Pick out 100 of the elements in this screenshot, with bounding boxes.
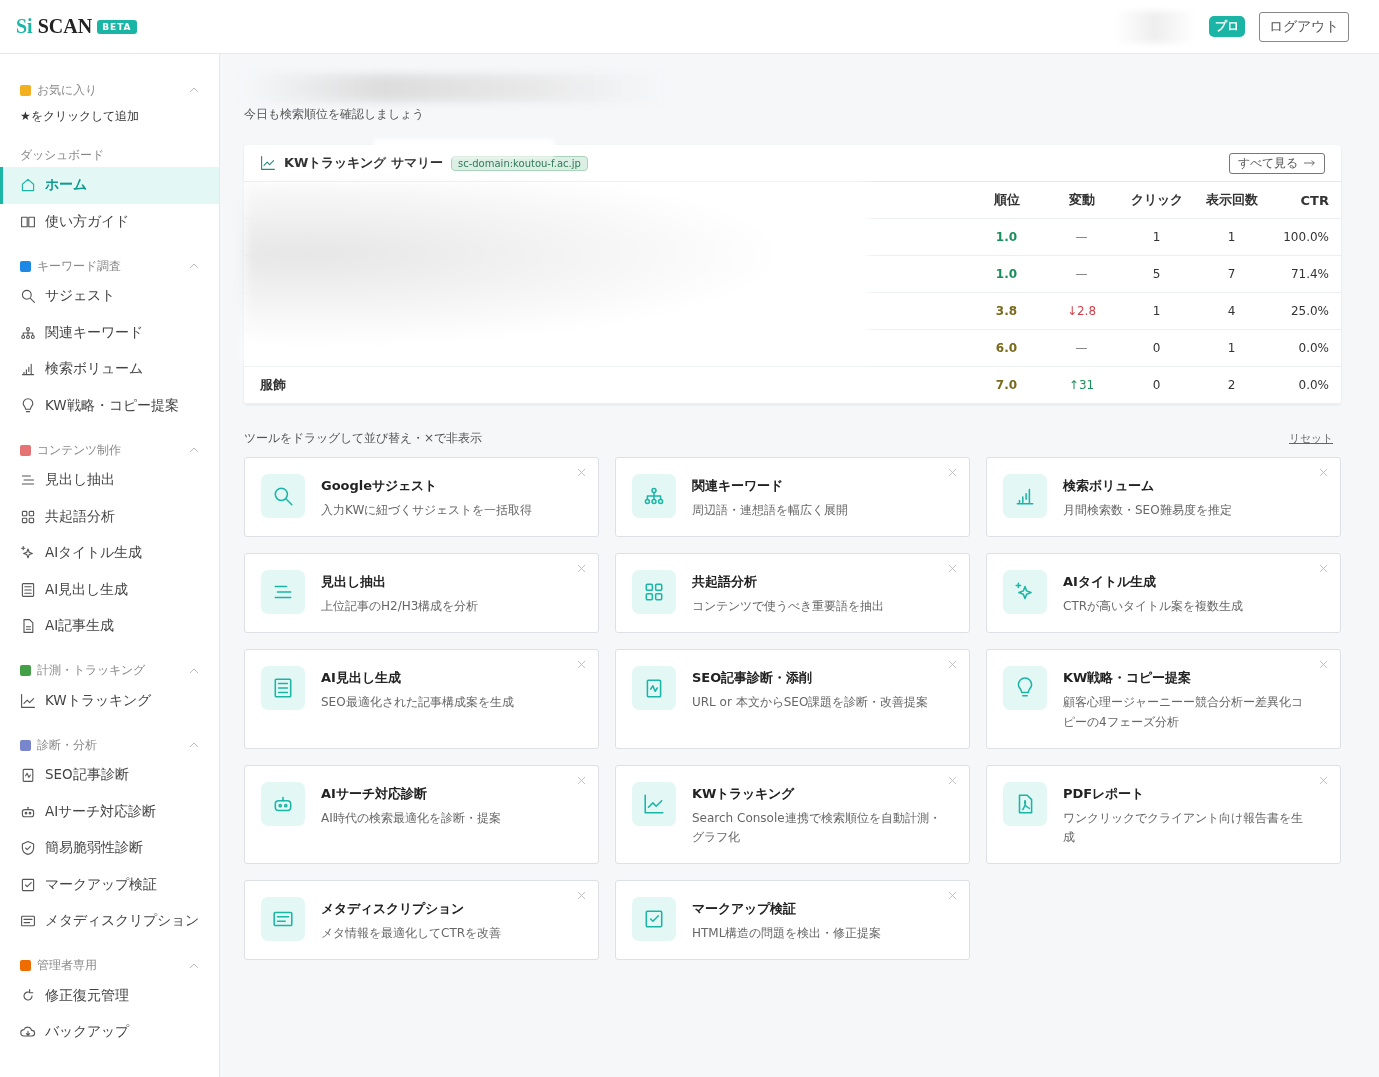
close-icon[interactable]	[1319, 468, 1328, 477]
table-cell: 2	[1227, 378, 1236, 392]
tool-description: CTRが高いタイトル案を複数生成	[1063, 598, 1244, 616]
tool-description: ワンクリックでクライアント向け報告書を生成	[1063, 809, 1304, 846]
checkbox-icon	[632, 897, 676, 942]
close-icon[interactable]	[1319, 564, 1328, 574]
logout-button[interactable]: ログアウト	[1259, 11, 1349, 42]
sidebar-item[interactable]: AIタイトル生成	[0, 535, 219, 572]
tool-title: 検索ボリューム	[1063, 477, 1155, 495]
close-icon[interactable]	[948, 775, 957, 785]
sidebar-item[interactable]: 使い方ガイド	[0, 203, 219, 240]
section-label: キーワード調査	[37, 257, 122, 275]
sidebar-item[interactable]: 修正復元管理	[0, 977, 219, 1014]
view-all-button[interactable]: すべて見る	[1229, 152, 1325, 174]
lightbulb-icon	[1003, 666, 1047, 711]
tool-card[interactable]: AI見出し生成 SEO最適化された記事構成案を生成	[244, 649, 599, 749]
section-icon	[20, 665, 31, 676]
tools-hint: ツールをドラッグして並び替え・×で非表示	[244, 430, 483, 447]
table-cell: 7.0	[995, 378, 1018, 392]
close-icon[interactable]	[577, 775, 586, 785]
tool-description: 月間検索数・SEO難易度を推定	[1063, 502, 1232, 519]
close-icon[interactable]	[1319, 660, 1328, 670]
tool-description: 上位記事のH2/H3構成を分析	[321, 598, 479, 616]
close-icon[interactable]	[577, 660, 586, 670]
tool-title: KW戦略・コピー提案	[1063, 669, 1193, 688]
tool-title: AI見出し生成	[321, 669, 402, 688]
table-cell: 71.4%	[1290, 267, 1329, 281]
tool-card[interactable]: Googleサジェスト 入力KWに紐づくサジェストを一括取得	[244, 457, 599, 538]
tool-card[interactable]: KWトラッキング Search Console連携で検索順位を自動計測・グラフ化	[615, 764, 970, 865]
file-icon	[20, 618, 36, 635]
subtitle: 今日も検索順位を確認しましょう	[244, 106, 425, 123]
tool-card[interactable]: AIサーチ対応診断 AI時代の検索最適化を診断・提案	[244, 764, 599, 865]
pdf-icon	[1003, 781, 1047, 826]
tool-card[interactable]: メタディスクリプション メタ情報を最適化してCTRを改善	[244, 880, 599, 961]
tool-title: PDFレポート	[1063, 784, 1146, 803]
shield-icon	[20, 840, 36, 857]
sidebar-item[interactable]: サジェスト	[0, 278, 219, 315]
close-icon[interactable]	[1319, 775, 1328, 785]
tool-card[interactable]: 共起語分析 コンテンツで使うべき重要語を抽出	[615, 553, 970, 634]
message-icon	[261, 897, 305, 942]
chevron-icon[interactable]	[189, 87, 199, 93]
chevron-icon[interactable]	[189, 742, 199, 748]
reset-link[interactable]: リセット	[1289, 431, 1333, 446]
tool-description: コンテンツで使うべき重要語を抽出	[692, 598, 884, 616]
sidebar-item[interactable]: 関連キーワード	[0, 314, 219, 351]
chevron-icon[interactable]	[189, 447, 199, 453]
home-icon	[20, 177, 36, 194]
close-icon[interactable]	[577, 564, 586, 574]
close-icon[interactable]	[577, 468, 586, 477]
tool-card[interactable]: 見出し抽出 上位記事のH2/H3構成を分析	[244, 553, 599, 634]
section-label: 管理者専用	[37, 957, 98, 974]
tool-description: Search Console連携で検索順位を自動計測・グラフ化	[692, 809, 941, 846]
tool-title: SEO記事診断・添削	[692, 669, 814, 688]
close-icon[interactable]	[948, 564, 957, 574]
table-cell: —	[1075, 267, 1088, 281]
tool-card[interactable]: マークアップ検証 HTML構造の問題を検出・修正提案	[615, 880, 970, 961]
table-cell: 7	[1227, 267, 1236, 281]
sidebar-item[interactable]: バックアップ	[0, 1014, 219, 1051]
sidebar-item[interactable]: 検索ボリューム	[0, 351, 219, 388]
tool-card[interactable]: PDFレポート ワンクリックでクライアント向け報告書を生成	[986, 764, 1341, 865]
chevron-icon[interactable]	[189, 962, 199, 969]
hierarchy-icon	[20, 324, 36, 341]
close-icon[interactable]	[577, 891, 586, 901]
grid-icon	[20, 508, 36, 525]
sidebar-item[interactable]: マークアップ検証	[0, 866, 219, 903]
checkbox-icon	[20, 876, 36, 893]
sidebar-item[interactable]: 共起語分析	[0, 498, 219, 535]
sidebar-item[interactable]: AI記事生成	[0, 608, 219, 645]
tool-title: AIサーチ対応診断	[321, 784, 428, 803]
grid-icon	[632, 570, 676, 615]
close-icon[interactable]	[948, 468, 957, 477]
chevron-icon[interactable]	[189, 667, 199, 674]
tool-title: 見出し抽出	[321, 573, 387, 592]
tool-card[interactable]: KW戦略・コピー提案 顧客心理ージャーニーー競合分析ー差異化コピーの4フェーズ分析	[986, 649, 1341, 749]
sidebar-item[interactable]: 見出し抽出	[0, 462, 219, 499]
document-icon	[20, 581, 36, 598]
beta-badge: BETA	[97, 19, 137, 34]
close-icon[interactable]	[948, 660, 957, 670]
section-icon	[20, 260, 31, 272]
tool-card[interactable]: AIタイトル生成 CTRが高いタイトル案を複数生成	[986, 553, 1341, 634]
tool-card[interactable]: 検索ボリューム 月間検索数・SEO難易度を推定	[986, 457, 1341, 538]
trend-chart-icon	[20, 692, 36, 709]
table-cell: 100.0%	[1283, 230, 1329, 244]
sidebar-item[interactable]: SEO記事診断	[0, 757, 219, 794]
sidebar-item[interactable]: メタディスクリプション	[0, 903, 219, 940]
sidebar-item[interactable]: AIサーチ対応診断	[0, 793, 219, 830]
sidebar-item[interactable]: AI見出し生成	[0, 571, 219, 608]
table-cell: 6.0	[995, 341, 1018, 355]
tool-title: 共起語分析	[692, 573, 758, 592]
logo-wordmark: SCAN	[37, 15, 93, 38]
tool-description: 周辺語・連想語を幅広く展開	[692, 502, 848, 519]
chevron-icon[interactable]	[189, 263, 199, 269]
sidebar-item[interactable]: KW戦略・コピー提案	[0, 387, 219, 424]
close-icon[interactable]	[948, 891, 957, 901]
clipboard-icon	[632, 666, 676, 711]
sidebar-item[interactable]: KWトラッキング	[0, 682, 219, 719]
table-cell: —	[1075, 341, 1088, 355]
tool-card[interactable]: 関連キーワード 周辺語・連想語を幅広く展開	[615, 457, 970, 538]
sidebar-item[interactable]: 簡易脆弱性診断	[0, 830, 219, 867]
tool-card[interactable]: SEO記事診断・添削 URL or 本文からSEO課題を診断・改善提案	[615, 649, 970, 749]
